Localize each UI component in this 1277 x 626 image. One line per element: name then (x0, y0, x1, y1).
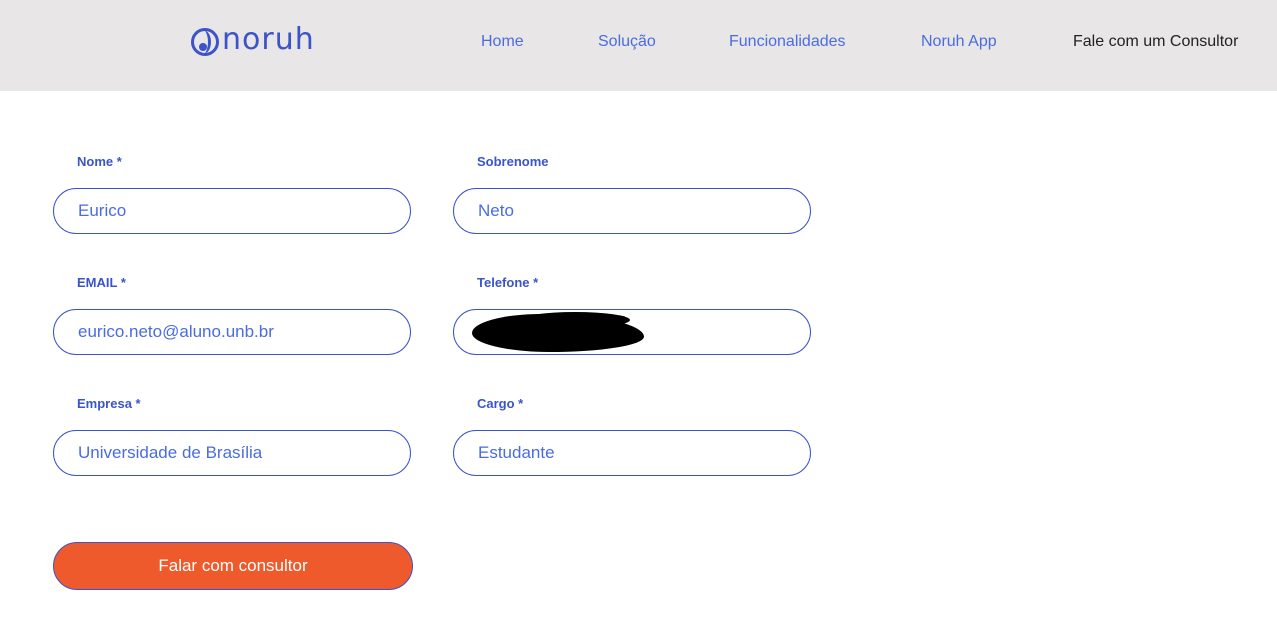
nav-solucao[interactable]: Solução (598, 33, 656, 51)
site-header: noruh Home Solução Funcionalidades Noruh… (0, 0, 1277, 91)
nav-fale-consultor[interactable]: Fale com um Consultor (1073, 33, 1238, 51)
cargo-field[interactable] (453, 430, 811, 476)
sobrenome-field[interactable] (453, 188, 811, 234)
nome-label: Nome * (77, 154, 122, 169)
cargo-label: Cargo * (477, 396, 524, 411)
empresa-label: Empresa * (77, 396, 141, 411)
telefone-field[interactable] (453, 309, 811, 355)
falar-consultor-button[interactable]: Falar com consultor (53, 542, 413, 590)
email-field[interactable] (53, 309, 411, 355)
nav-home[interactable]: Home (481, 33, 524, 51)
email-label: EMAIL * (77, 275, 126, 290)
logo-text: noruh (222, 22, 315, 57)
noruh-logo-icon (191, 28, 219, 56)
nav-noruh-app[interactable]: Noruh App (921, 33, 997, 51)
nome-field[interactable] (53, 188, 411, 234)
nav-funcionalidades[interactable]: Funcionalidades (729, 33, 846, 51)
sobrenome-label: Sobrenome (477, 154, 549, 169)
telefone-label: Telefone * (477, 275, 539, 290)
empresa-field[interactable] (53, 430, 411, 476)
noruh-logo[interactable]: noruh (190, 24, 315, 60)
